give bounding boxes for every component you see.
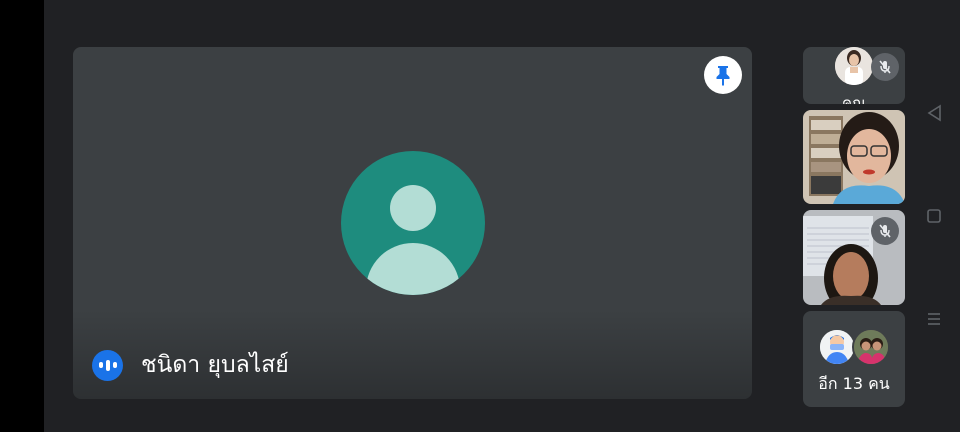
- self-label: คุณ: [842, 94, 866, 104]
- pin-button[interactable]: [704, 56, 742, 94]
- participant-avatar-stack: [818, 328, 890, 366]
- mic-off-icon: [871, 53, 899, 81]
- avatar-body: [366, 243, 460, 295]
- more-participants-tile[interactable]: อีก 13 คน: [803, 311, 905, 407]
- audio-level-icon: [92, 349, 123, 381]
- main-participant-tile[interactable]: ชนิดา ยุบลไสย์: [73, 47, 752, 399]
- more-participants-label: อีก 13 คน: [818, 374, 890, 393]
- speaker-info: ชนิดา ยุบลไสย์: [92, 349, 289, 381]
- self-avatar: [835, 47, 873, 85]
- back-triangle-icon[interactable]: [924, 103, 944, 123]
- self-tile[interactable]: คุณ: [803, 47, 905, 104]
- left-black-bar: [0, 0, 44, 432]
- participant-avatar: [852, 328, 890, 366]
- pin-icon: [716, 66, 730, 86]
- participant-video: [803, 110, 905, 204]
- mic-off-icon: [871, 217, 899, 245]
- participant-tile[interactable]: [803, 210, 905, 305]
- avatar-head: [390, 185, 436, 231]
- menu-lines-icon[interactable]: [924, 309, 944, 329]
- participant-avatar: [818, 328, 856, 366]
- speaker-name: ชนิดา ยุบลไสย์: [141, 352, 289, 378]
- home-square-icon[interactable]: [924, 206, 944, 226]
- participant-tile[interactable]: [803, 110, 905, 204]
- participant-avatar: [341, 151, 485, 295]
